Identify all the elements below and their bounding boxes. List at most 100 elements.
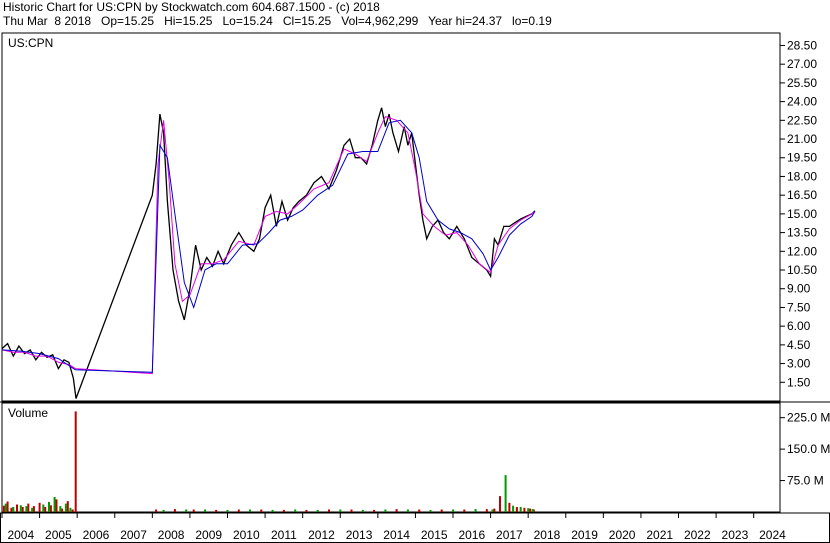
volume-bar [69,507,72,512]
volume-bar [504,475,507,512]
volume-bar [373,509,376,512]
price-y-tick-label: 16.50 [787,188,817,202]
x-tick-label: 2015 [421,528,448,542]
volume-bar [271,509,274,512]
x-tick-label: 2022 [684,528,711,542]
price-y-tick-label: 24.00 [787,95,817,109]
volume-bar [515,507,518,512]
volume-bar [226,509,229,512]
volume-bar [59,506,62,512]
volume-bar [53,496,56,512]
volume-bar [4,503,7,512]
price-y-tick-label: 9.00 [787,282,811,296]
volume-bar [16,504,18,512]
x-tick-label: 2010 [233,528,260,542]
x-tick-label: 2024 [759,528,786,542]
volume-y-tick-label: 150.0 M [787,442,830,456]
x-tick-label: 2021 [646,528,673,542]
chart-svg: US:CPN 1.50 3.00 4.50 6.00 7.50 9.00 10.50 12.00… [0,32,830,543]
volume-bar [463,509,466,512]
price-series-line-2 [1,119,536,373]
volume-bar [71,509,74,512]
volume-bar [2,505,5,512]
volume-bar [294,509,297,512]
price-series-line-1 [1,115,536,375]
volume-bar [474,509,477,512]
price-y-tick-label: 12.00 [787,244,817,258]
volume-bar [6,501,9,512]
volume-bar [328,509,330,512]
x-tick-label: 2006 [83,528,110,542]
volume-bar [32,506,35,512]
volume-bar [429,509,432,512]
price-y-tick-label: 25.50 [787,76,817,90]
volume-bar [316,509,319,512]
price-y-tick-label: 15.00 [787,207,817,221]
x-tick-label: 2014 [383,528,410,542]
volume-bar [192,509,195,512]
volume-bar [531,509,534,512]
x-tick-label: 2019 [571,528,598,542]
volume-bar [339,509,342,512]
x-tick-label: 2009 [195,528,222,542]
price-y-tick-label: 19.50 [787,151,817,165]
volume-bar [499,496,501,512]
volume-bar [42,504,45,512]
volume-bar [305,509,308,512]
volume-bar [384,509,387,512]
volume-y-tick-label: 75.0 M [787,474,824,488]
volume-bar [19,505,22,512]
price-series-line-0 [1,107,536,399]
volume-bar [361,509,364,512]
volume-bar [519,507,522,512]
volume-bar [529,508,532,512]
volume-bar [418,509,421,512]
price-y-tick-label: 27.00 [787,57,817,71]
volume-bar [485,509,488,512]
volume-bar [61,508,64,512]
price-y-tick-label: 4.50 [787,338,811,352]
volume-bar [49,505,52,512]
volume-bar [527,508,530,512]
x-tick-label: 2023 [722,528,749,542]
x-tick-label: 2016 [458,528,485,542]
x-tick-label: 2018 [534,528,561,542]
volume-bar [66,501,69,512]
x-tick-label: 2007 [120,528,147,542]
x-tick-label: 2004 [7,528,34,542]
price-panel-title: US:CPN [8,36,53,50]
volume-bar [523,507,526,512]
volume-bar [64,503,67,512]
price-y-tick-label: 18.00 [787,169,817,183]
volume-bar [508,502,511,512]
volume-bar [31,507,34,512]
price-y-tick-label: 13.50 [787,226,817,240]
price-y-tick-label: 22.50 [787,113,817,127]
volume-bar [406,509,409,512]
volume-bar [204,509,206,512]
x-tick-label: 2020 [609,528,636,542]
volume-bar [260,509,263,512]
volume-bar [452,509,454,512]
volume-bar [440,509,443,512]
x-tick-label: 2017 [496,528,523,542]
price-y-tick-label: 7.50 [787,300,811,314]
volume-bar [491,509,494,512]
x-tick-label: 2012 [308,528,335,542]
volume-y-tick-label: 225.0 M [787,411,830,425]
price-y-tick-label: 28.50 [787,38,817,52]
price-y-tick-label: 21.00 [787,132,817,146]
volume-panel-title: Volume [8,406,48,420]
volume-bar [74,411,77,512]
x-tick-label: 2013 [346,528,373,542]
volume-bar [350,509,353,512]
volume-bar [44,507,47,512]
volume-bar [55,499,58,512]
price-y-tick-label: 3.00 [787,357,811,371]
x-tick-label: 2011 [271,528,297,542]
volume-bar [215,509,218,512]
volume-bar [12,507,15,512]
volume-bar [173,509,176,512]
volume-bar [48,501,50,512]
volume-bar [25,506,28,512]
